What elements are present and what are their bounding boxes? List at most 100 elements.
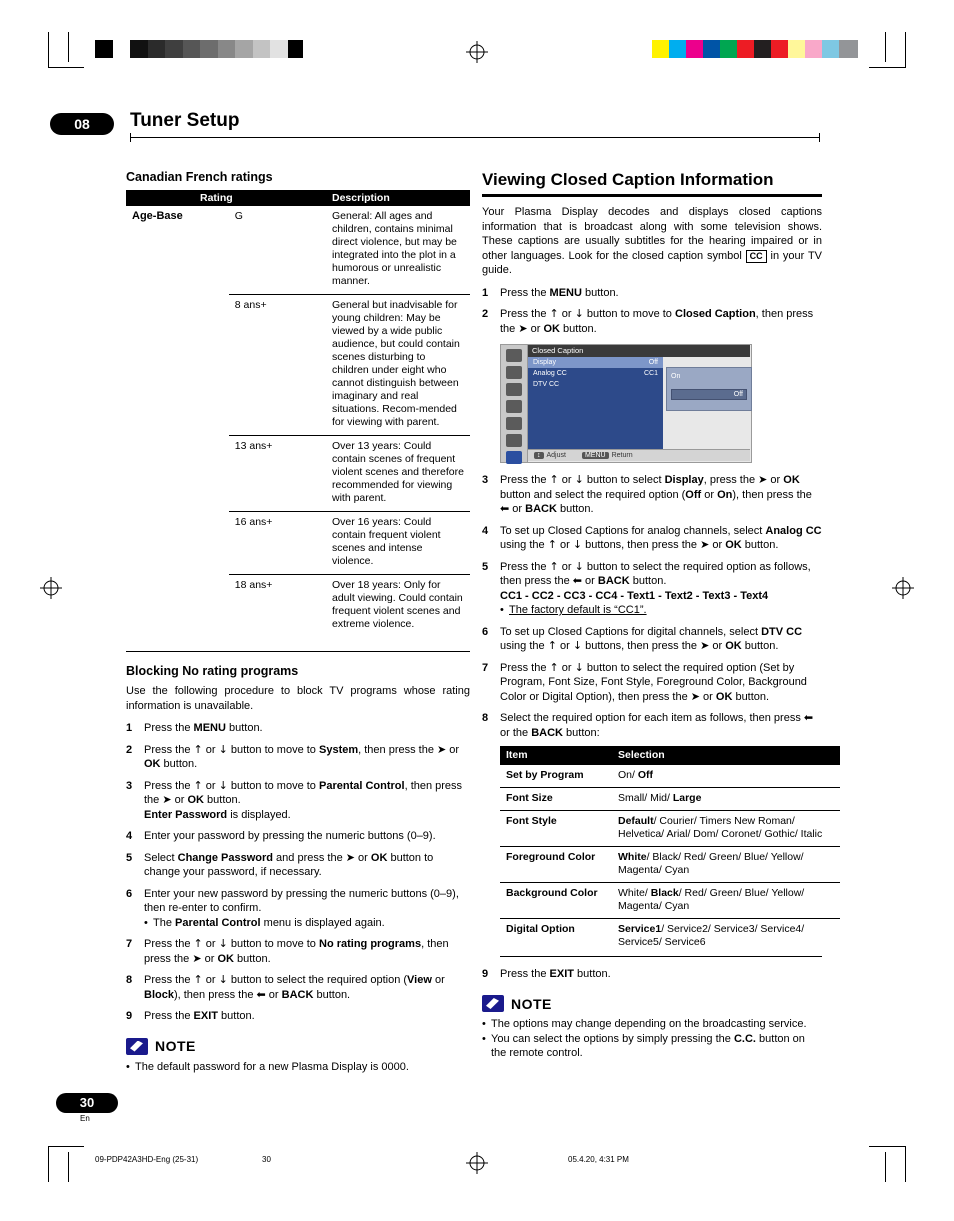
step-3: 3 Press the ↑ or ↓ button to select Disp… <box>482 473 812 515</box>
registration-mark-top <box>466 41 488 63</box>
rating-description: General but inadvisable for young childr… <box>326 294 470 436</box>
osd-key-return: MENU <box>581 452 609 459</box>
cell-selection: White/ Black/ Red/ Green/ Blue/ Yellow/ … <box>612 846 840 883</box>
note-body-right: The options may change depending on the … <box>482 1017 822 1061</box>
osd-screenshot: Closed Caption Display Off Analog CC CC1… <box>500 344 752 464</box>
cc-steps: 1 Press the MENU button. 2 Press the ↑ o… <box>482 286 840 982</box>
osd-footer: ↕ Adjust MENU Return <box>528 449 750 461</box>
step-3: 3 Press the ↑ or ↓ button to move to Par… <box>126 778 463 821</box>
osd-row-display: Display Off <box>528 357 663 368</box>
step-6: 6 To set up Closed Captions for digital … <box>482 625 803 653</box>
rating-description: Over 18 years: Only for adult viewing. C… <box>332 579 463 630</box>
cell-selection: On/ Off <box>612 764 840 788</box>
osd-key-adjust: ↕ <box>534 452 544 459</box>
cell-item: Foreground Color <box>500 846 612 883</box>
step-7: 7 Press the ↑ or ↓ button to move to No … <box>126 937 449 965</box>
crop-mark-tl-h <box>48 67 84 68</box>
header-rule <box>130 137 820 138</box>
left-column: Canadian French ratings Rating Descripti… <box>126 170 470 1074</box>
step-1: 1 Press the MENU button. <box>482 286 619 299</box>
step-5: 5 Press the ↑ or ↓ button to select the … <box>482 560 822 618</box>
table-row: Font Style Default/ Courier/ Timers New … <box>500 810 840 847</box>
cell-item: Digital Option <box>506 922 575 935</box>
cell-item: Set by Program <box>500 764 612 788</box>
cell-item: Font Size <box>500 787 612 811</box>
page-title: Tuner Setup <box>130 110 240 131</box>
cc-intro: Your Plasma Display decodes and displays… <box>482 205 822 278</box>
footer-timestamp: 05.4.20, 4:31 PM <box>568 1155 629 1164</box>
right-column: Viewing Closed Caption Information Your … <box>482 170 840 1061</box>
registration-mark-bottom <box>466 1152 488 1174</box>
table-bottom-rule <box>126 651 470 652</box>
rating-description: General: All ages and children, contains… <box>326 206 470 295</box>
crop-mark-bl-v <box>48 1146 49 1182</box>
registration-mark-left <box>40 577 62 599</box>
cell-selection: White/ Black/ Red/ Green/ Blue/ Yellow/ … <box>612 882 840 919</box>
step-8: 8 Press the ↑ or ↓ button to select the … <box>126 973 445 1001</box>
rating-code: G <box>228 206 326 295</box>
osd-panel-bar: Off <box>671 388 747 400</box>
osd-panel-value: On <box>671 373 681 380</box>
closed-caption-icon <box>506 451 522 464</box>
note-item: The default password for a new Plasma Di… <box>126 1060 470 1075</box>
canadian-french-ratings-table: Rating Description Age-Base G General: A… <box>126 190 470 637</box>
crop-mark-bl-h <box>48 1146 84 1147</box>
chapter-badge: 08 <box>50 113 114 135</box>
note-header-left: NOTE <box>126 1037 470 1055</box>
note-title: NOTE <box>511 995 552 1012</box>
note-item: You can select the options by simply pre… <box>482 1032 822 1061</box>
step-5: 5 Select Change Password and press the ➤… <box>126 850 434 879</box>
table-header-row: Item Selection <box>500 746 840 765</box>
crop-mark-tl2 <box>68 32 69 62</box>
osd-row-dtv-cc: DTV CC <box>528 379 663 390</box>
osd-row-value: CC1 <box>643 370 658 377</box>
step-5-options: CC1 - CC2 - CC3 - CC4 - Text1 - Text2 - … <box>500 589 769 602</box>
crop-mark-br2 <box>885 1152 886 1182</box>
col-header-description: Description <box>326 190 470 206</box>
note-item: The options may change depending on the … <box>482 1017 822 1032</box>
header-rule-cap-right <box>819 133 820 142</box>
osd-row-analog-cc: Analog CC CC1 <box>528 368 663 379</box>
step-4: 4 To set up Closed Captions for analog c… <box>482 524 822 552</box>
cell-item: Background Color <box>500 882 612 919</box>
osd-row-value: Off <box>648 359 658 366</box>
cc-symbol-box: CC <box>745 249 767 263</box>
col-header-rating: Rating <box>126 190 326 206</box>
osd-option-panel: On Off <box>666 367 752 411</box>
sound-icon <box>506 366 522 379</box>
step-4: 4 Enter your password by pressing the nu… <box>126 830 436 842</box>
footer-page-mark: 30 <box>262 1155 271 1164</box>
factory-default-note: The factory default is “CC1”. <box>509 604 647 616</box>
crop-mark-tl-v <box>48 32 49 68</box>
note-body-left: The default password for a new Plasma Di… <box>126 1060 470 1075</box>
age-base-label: Age-Base <box>132 210 183 222</box>
crop-mark-tr2 <box>885 32 886 62</box>
table-row: Background Color White/ Black/ Red/ Gree… <box>500 882 840 919</box>
setup-icon <box>506 400 522 413</box>
picture-icon <box>506 349 522 362</box>
grayscale-calibration-bar <box>95 40 304 58</box>
rating-description: Over 13 years: Could contain scenes of f… <box>326 435 470 512</box>
table-header-row: Rating Description <box>126 190 470 206</box>
blocking-heading: Blocking No rating programs <box>126 664 299 678</box>
pencil-icon <box>126 1037 148 1055</box>
canadian-french-heading: Canadian French ratings <box>126 170 273 184</box>
step-8: 8 Select the required option for each it… <box>482 711 840 957</box>
crop-mark-bl2 <box>68 1152 69 1182</box>
rating-description: Over 16 years: Could contain frequent vi… <box>326 511 470 575</box>
manual-page: 08 Tuner Setup Canadian French ratings R… <box>0 0 954 1221</box>
osd-icon-rail <box>501 345 528 464</box>
cell-selection: Service1/ Service2/ Service3/ Service4/ … <box>618 922 805 948</box>
col-header-selection: Selection <box>612 746 840 765</box>
registration-mark-right <box>892 577 914 599</box>
step-7: 7 Press the ↑ or ↓ button to select the … <box>482 660 807 703</box>
viewing-cc-heading: Viewing Closed Caption Information <box>482 170 774 189</box>
rating-code: 16 ans+ <box>228 511 326 575</box>
power-control-icon <box>506 383 522 396</box>
step-2: 2 Press the ↑ or ↓ button to move to Clo… <box>482 307 822 464</box>
crop-mark-br-v <box>905 1146 906 1182</box>
system-icon <box>506 434 522 447</box>
crop-mark-tr-h <box>869 67 905 68</box>
blocking-steps: 1 Press the MENU button. 2 Press the ↑ o… <box>126 721 470 1024</box>
col-header-item: Item <box>500 746 612 765</box>
